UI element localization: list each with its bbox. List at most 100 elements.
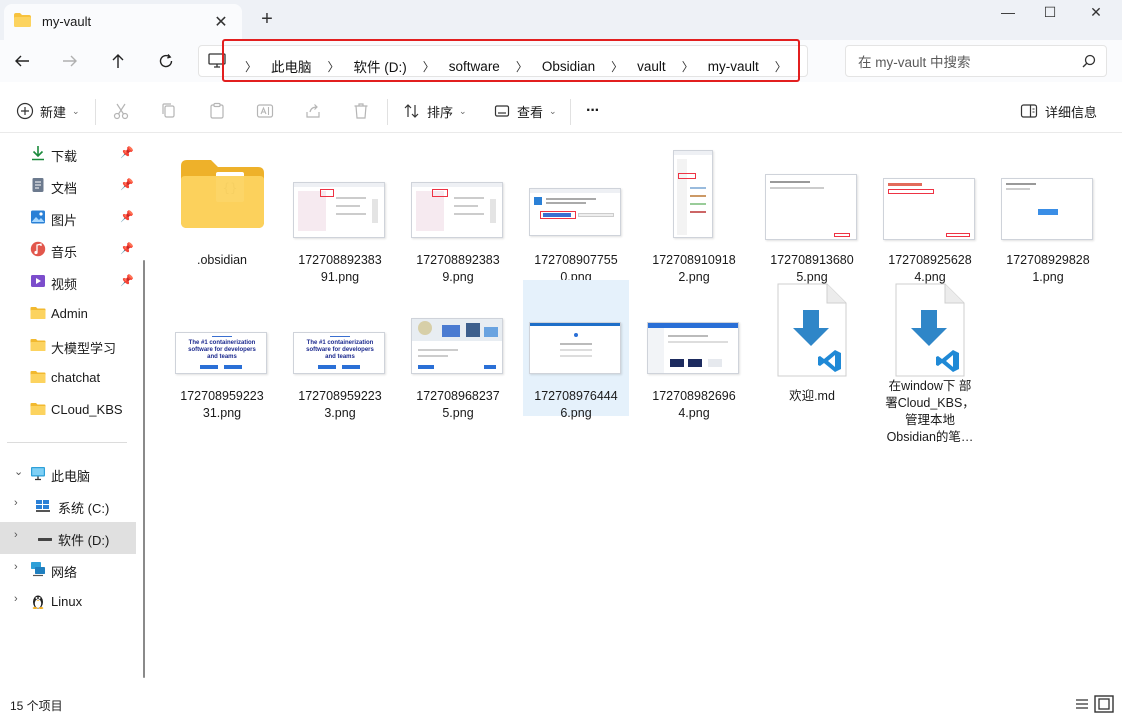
pictures-icon (31, 210, 45, 224)
chevron-right-icon[interactable]: 〉 (775, 58, 787, 75)
breadcrumb-software[interactable]: software (449, 59, 500, 74)
chevron-right-icon[interactable]: › (14, 593, 18, 605)
folder-icon (30, 339, 46, 351)
sidebar-item-drive-d[interactable]: › 软件 (D:) (0, 522, 136, 554)
cut-button[interactable] (112, 99, 130, 123)
breadcrumb-obsidian[interactable]: Obsidian (542, 59, 595, 74)
file-name: 172708976444 6.png (534, 389, 618, 420)
sidebar-item-label: CLoud_KBS (51, 402, 123, 417)
file-item-png[interactable]: 172708929828 1.png (995, 144, 1101, 284)
download-icon (32, 146, 44, 161)
pin-icon[interactable]: 📌 (120, 146, 134, 159)
linux-icon (32, 595, 44, 609)
breadcrumb-vault[interactable]: vault (637, 59, 666, 74)
computer-icon (208, 53, 226, 68)
sidebar-item-videos[interactable]: 视频 📌 (0, 266, 136, 298)
chevron-right-icon[interactable]: 〉 (516, 58, 528, 75)
sidebar-item-linux[interactable]: › Linux (0, 586, 136, 618)
sidebar-item-downloads[interactable]: 下载 📌 (0, 138, 136, 170)
more-options-button[interactable]: ··· (586, 99, 600, 123)
rename-button[interactable] (256, 99, 274, 123)
file-item-obsidian-folder[interactable]: {} .obsidian (169, 144, 275, 274)
sidebar-item-llm-study[interactable]: 大模型学习 (0, 330, 136, 362)
refresh-button[interactable] (152, 48, 180, 74)
file-item-markdown[interactable]: 在window下 部署Cloud_KBS， 管理本地 Obsidian的笔… (877, 280, 983, 450)
new-tab-button[interactable]: + (256, 8, 278, 30)
music-icon (30, 241, 46, 257)
close-window-button[interactable]: ✕ (1074, 4, 1118, 26)
file-item-png[interactable]: 172708892383 9.png (405, 144, 511, 284)
sidebar-item-label: 文档 (51, 181, 78, 196)
file-item-png[interactable]: 172708982696 4.png (641, 280, 747, 420)
scissors-icon (113, 103, 129, 120)
chevron-right-icon[interactable]: › (14, 561, 18, 573)
chevron-right-icon[interactable]: 〉 (611, 58, 623, 75)
maximize-button[interactable]: ☐ (1028, 4, 1072, 26)
share-icon (306, 104, 320, 118)
search-input[interactable] (858, 52, 1078, 72)
folder-icon (30, 371, 46, 383)
breadcrumb-my-vault[interactable]: my-vault (708, 59, 759, 74)
file-item-png-selected[interactable]: 172708976444 6.png (523, 280, 629, 420)
sidebar-item-this-pc[interactable]: ⌄ 此电脑 (0, 458, 136, 490)
new-button[interactable]: 新建 ⌄ (16, 99, 80, 123)
details-pane-button[interactable]: 详细信息 (1020, 99, 1097, 123)
tab-my-vault[interactable]: my-vault ✕ (4, 4, 242, 40)
file-item-png[interactable]: The #1 containerization software for deve… (169, 280, 275, 420)
sidebar-item-documents[interactable]: 文档 📌 (0, 170, 136, 202)
up-button[interactable] (104, 48, 132, 74)
breadcrumb-drive-d[interactable]: 软件 (D:) (354, 56, 407, 76)
minimize-button[interactable]: — (986, 4, 1030, 26)
share-button[interactable] (304, 99, 322, 123)
file-name: 172708968237 5.png (416, 389, 500, 420)
sidebar-item-admin[interactable]: Admin (0, 298, 136, 330)
address-bar[interactable]: 〉 此电脑 〉 软件 (D:) 〉 software 〉 Obsidian 〉 … (198, 45, 808, 77)
image-thumbnail: The #1 containerization software for deve… (169, 280, 275, 380)
search-box[interactable] (845, 45, 1107, 77)
tab-close-button[interactable]: ✕ (212, 12, 230, 32)
sort-button[interactable]: 排序 ⌄ (403, 99, 467, 123)
sidebar-item-cloud-kbs[interactable]: CLoud_KBS (0, 394, 136, 426)
breadcrumb-this-pc[interactable]: 此电脑 (271, 56, 312, 76)
forward-button[interactable] (56, 48, 84, 74)
folder-icon: {} (181, 160, 264, 228)
chevron-right-icon[interactable]: › (14, 529, 18, 541)
sidebar-item-drive-c[interactable]: › 系统 (C:) (0, 490, 136, 522)
sidebar-item-pictures[interactable]: 图片 📌 (0, 202, 136, 234)
sidebar-item-network[interactable]: › 网络 (0, 554, 136, 586)
search-icon[interactable] (1082, 54, 1096, 68)
pin-icon[interactable]: 📌 (120, 242, 134, 255)
file-item-png[interactable]: 172708913680 5.png (759, 144, 865, 284)
file-item-png[interactable]: 172708968237 5.png (405, 280, 511, 420)
large-icons-view-icon[interactable] (1094, 695, 1114, 713)
image-thumbnail (877, 144, 983, 244)
chevron-right-icon[interactable]: 〉 (682, 58, 694, 75)
sidebar-item-chatchat[interactable]: chatchat (0, 362, 136, 394)
chevron-right-icon[interactable]: 〉 (245, 58, 257, 75)
file-item-png[interactable]: The #1 containerization software for deve… (287, 280, 393, 420)
pin-icon[interactable]: 📌 (120, 210, 134, 223)
chevron-right-icon[interactable]: › (14, 497, 18, 509)
file-item-markdown[interactable]: 欢迎.md (759, 280, 865, 416)
chevron-right-icon[interactable]: 〉 (423, 58, 435, 75)
delete-button[interactable] (352, 99, 370, 123)
pin-icon[interactable]: 📌 (120, 274, 134, 287)
file-item-png[interactable]: 172708910918 2.png (641, 144, 747, 284)
file-item-png[interactable]: 172708892383 91.png (287, 144, 393, 284)
chevron-right-icon[interactable]: 〉 (328, 58, 340, 75)
view-button[interactable]: 查看 ⌄ (493, 99, 557, 123)
sidebar-scrollbar[interactable] (143, 260, 145, 678)
toolbar-divider (95, 99, 96, 125)
sort-icon (404, 104, 419, 118)
item-count: 15 个项目 (10, 699, 63, 713)
sidebar-item-music[interactable]: 音乐 📌 (0, 234, 136, 266)
file-item-png[interactable]: 172708907755 0.png (523, 144, 629, 284)
paste-button[interactable] (208, 99, 226, 123)
details-view-icon[interactable] (1072, 695, 1092, 713)
back-button[interactable] (8, 48, 36, 74)
copy-button[interactable] (160, 99, 178, 123)
chevron-down-icon[interactable]: ⌄ (14, 465, 23, 478)
pin-icon[interactable]: 📌 (120, 178, 134, 191)
image-thumbnail (995, 144, 1101, 244)
file-item-png[interactable]: 172708925628 4.png (877, 144, 983, 284)
